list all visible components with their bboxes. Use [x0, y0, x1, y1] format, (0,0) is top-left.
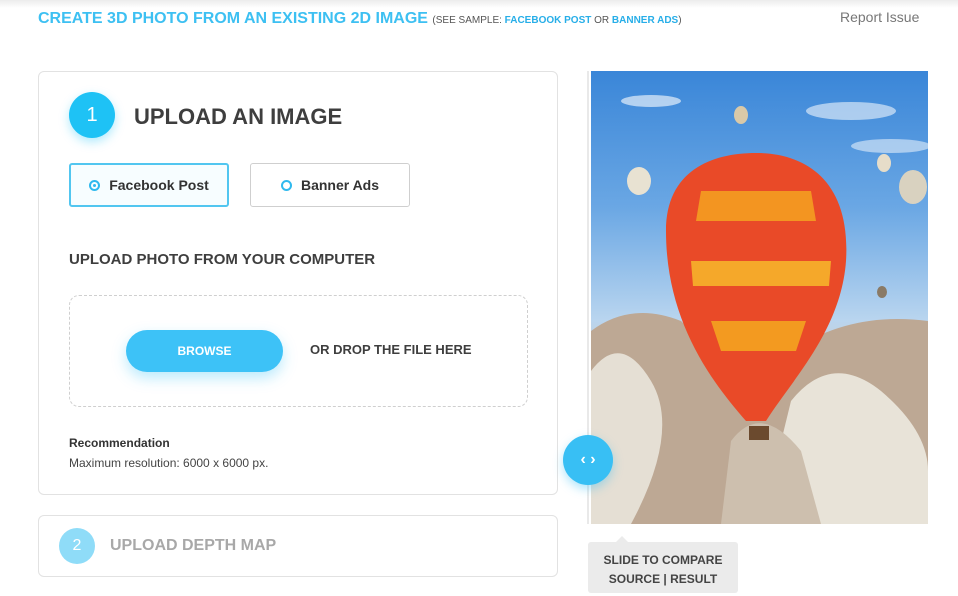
step-1-title: UPLOAD AN IMAGE — [134, 104, 343, 129]
banner-ads-option[interactable]: Banner Ads — [250, 163, 410, 207]
upload-section-label: UPLOAD PHOTO FROM YOUR COMPUTER — [69, 251, 376, 268]
upload-image-card: 1 UPLOAD AN IMAGE Facebook Post Banner A… — [38, 71, 558, 495]
step-2-title: UPLOAD DEPTH MAP — [110, 537, 277, 554]
report-issue-link[interactable]: Report Issue — [840, 9, 919, 25]
compare-tooltip: SLIDE TO COMPARE SOURCE | RESULT — [588, 536, 738, 593]
file-dropzone[interactable]: BROWSE OR DROP THE FILE HERE — [69, 295, 528, 407]
preview-image — [591, 71, 928, 524]
tooltip-line-2: SOURCE | RESULT — [608, 572, 718, 586]
page-title-text: CREATE 3D PHOTO FROM AN EXISTING 2D IMAG… — [38, 10, 428, 27]
top-shade — [0, 0, 958, 8]
facebook-post-label: Facebook Post — [109, 177, 209, 193]
browse-button[interactable]: BROWSE — [126, 330, 283, 372]
radio-unselected-icon — [280, 179, 292, 191]
page-title: CREATE 3D PHOTO FROM AN EXISTING 2D IMAG… — [38, 10, 682, 28]
tooltip-line-1: SLIDE TO COMPARE — [603, 553, 723, 567]
chevron-left-right-icon: ‹ › — [580, 451, 596, 468]
banner-ads-sample-link[interactable]: BANNER ADS — [612, 15, 678, 26]
sample-or: OR — [594, 15, 610, 26]
compare-slider-handle[interactable]: ‹ › — [563, 435, 613, 485]
sample-suffix: ) — [678, 15, 682, 26]
drop-file-text: OR DROP THE FILE HERE — [310, 342, 472, 357]
sample-prefix: (SEE SAMPLE: — [432, 15, 502, 26]
facebook-post-sample-link[interactable]: FACEBOOK POST — [505, 15, 592, 26]
sample-links: (SEE SAMPLE: FACEBOOK POST OR BANNER ADS… — [432, 15, 681, 26]
step-2-badge: 2 — [59, 528, 95, 564]
banner-ads-label: Banner Ads — [300, 177, 380, 193]
upload-depth-map-card[interactable]: 2 UPLOAD DEPTH MAP — [38, 515, 558, 577]
recommendation-title: Recommendation — [69, 436, 170, 450]
hot-air-balloon-photo — [591, 95, 928, 524]
facebook-post-option[interactable]: Facebook Post — [69, 163, 229, 207]
recommendation-text: Maximum resolution: 6000 x 6000 px. — [69, 456, 269, 470]
step-1-badge: 1 — [69, 92, 115, 138]
radio-selected-icon — [89, 179, 101, 191]
